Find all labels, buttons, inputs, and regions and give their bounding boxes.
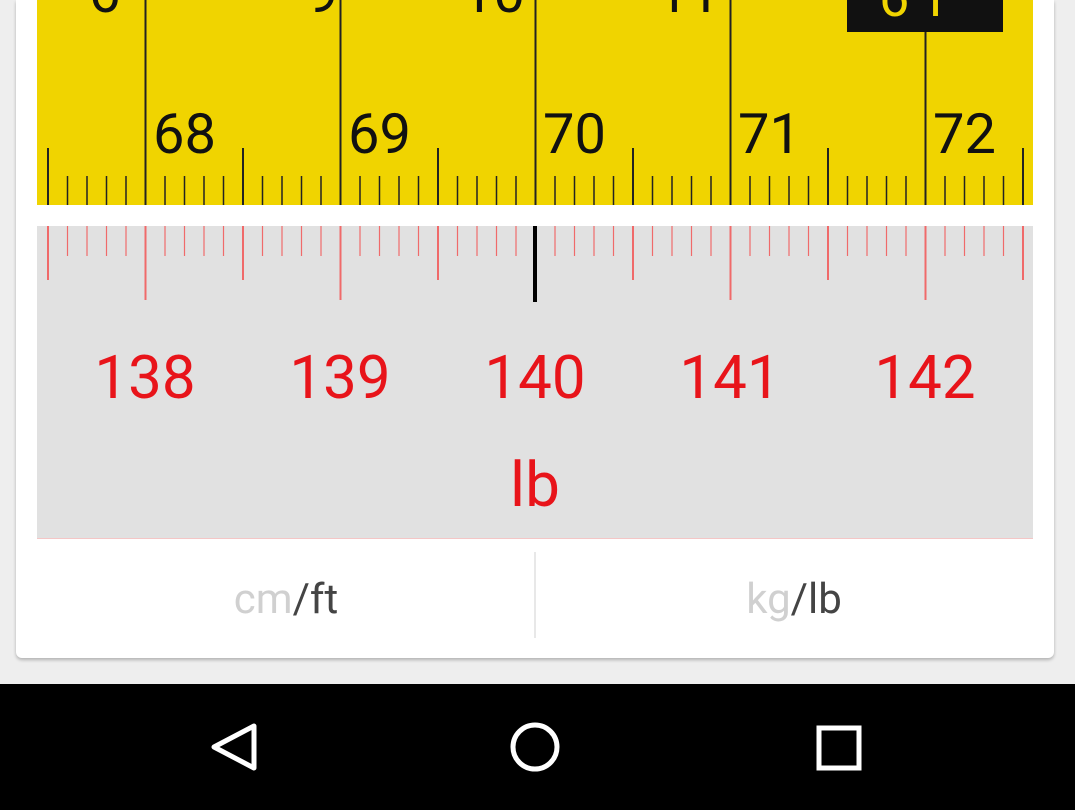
back-button[interactable] xyxy=(172,684,292,810)
recents-icon xyxy=(816,725,862,771)
height-top-label: 11 xyxy=(657,0,720,21)
height-ruler[interactable]: 6 9 10 11 6'1" 68 69 70 71 72 xyxy=(37,0,1033,205)
back-icon xyxy=(211,723,257,771)
height-tick-label: 71 xyxy=(738,101,801,167)
weight-tick-label: 141 xyxy=(679,342,781,413)
weight-ruler[interactable]: 138 139 140 141 142 lb xyxy=(37,226,1033,539)
height-unit-separator: / xyxy=(292,574,310,624)
height-tick-label: 68 xyxy=(153,101,216,167)
weight-unit-separator: / xyxy=(790,574,808,624)
weight-ruler-ticks xyxy=(47,226,1024,302)
height-tick-label: 70 xyxy=(543,101,606,167)
weight-tick-label: 139 xyxy=(289,342,391,413)
height-unit-ft[interactable]: ft xyxy=(310,575,338,624)
height-tick-label: 69 xyxy=(348,101,411,167)
height-top-label: 10 xyxy=(462,0,525,21)
height-selected-value: 6'1" xyxy=(879,0,966,26)
system-nav-bar xyxy=(0,684,1075,810)
weight-tick-label: 138 xyxy=(94,342,196,413)
weight-unit-toggle[interactable]: kg / lb xyxy=(545,540,1043,658)
height-unit-toggle[interactable]: cm / ft xyxy=(37,540,535,658)
weight-tick-label: 140 xyxy=(484,342,586,413)
recents-button[interactable] xyxy=(779,684,899,810)
height-tick-label: 72 xyxy=(933,101,996,167)
height-selected-badge: 6'1" xyxy=(847,0,1003,32)
weight-tick-label: 142 xyxy=(874,342,976,413)
weight-unit-lb[interactable]: lb xyxy=(808,575,842,624)
height-unit-cm[interactable]: cm xyxy=(234,575,293,624)
home-button[interactable] xyxy=(475,684,595,810)
home-icon xyxy=(510,722,560,772)
weight-unit-label: lb xyxy=(510,449,560,522)
toggle-divider xyxy=(534,552,536,638)
height-top-label: 9 xyxy=(307,0,338,21)
height-top-label: 6 xyxy=(89,0,120,21)
weight-unit-kg[interactable]: kg xyxy=(746,575,790,624)
